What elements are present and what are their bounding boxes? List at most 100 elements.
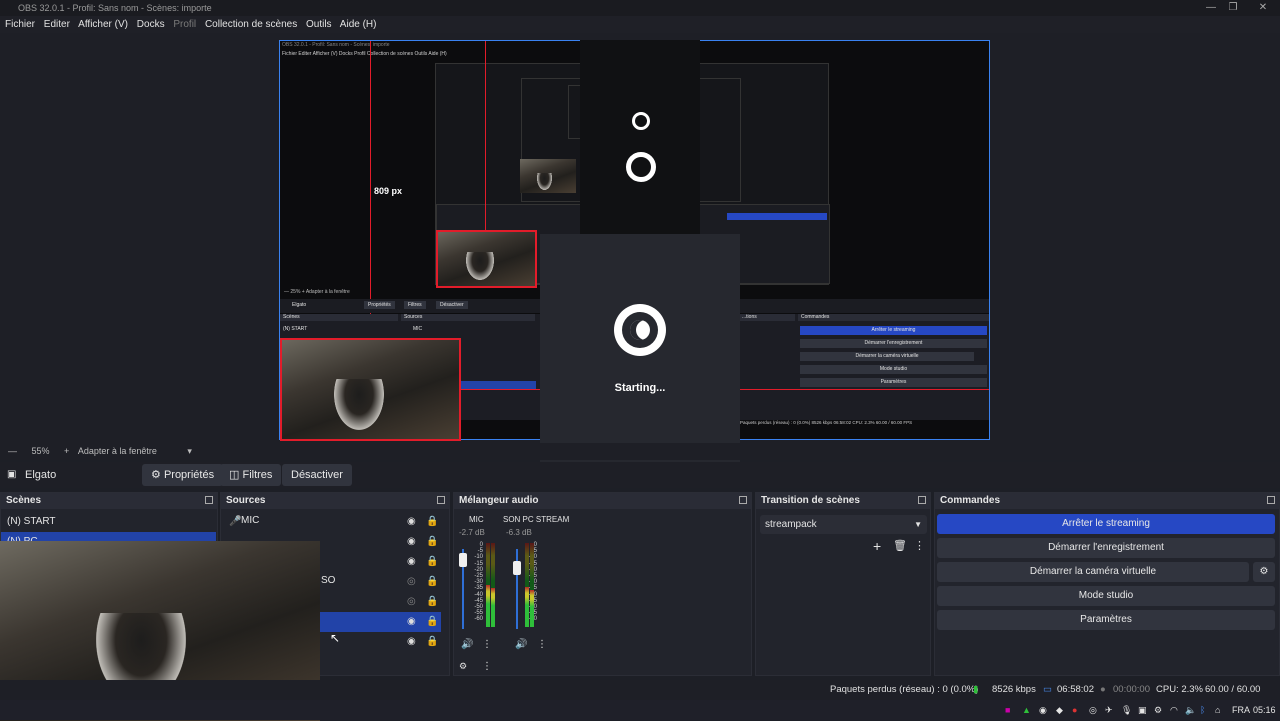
tray-icon[interactable]: ●	[1072, 700, 1077, 720]
source-name: Elgato	[25, 469, 57, 481]
speaker-icon[interactable]: 🔊	[515, 639, 527, 650]
scenes-title: Scènes	[6, 495, 42, 506]
zoom-in-button[interactable]: +	[64, 446, 69, 456]
lock-icon[interactable]: 🔒	[426, 576, 438, 587]
studio-mode-button[interactable]: Mode studio	[937, 586, 1275, 606]
cpu-usage: CPU: 2.3%	[1156, 684, 1203, 695]
filters-label: Filtres	[242, 469, 273, 481]
chevron-down-icon: ▼	[914, 520, 922, 529]
channel-name: SON PC STREAM	[503, 515, 570, 524]
stop-streaming-button[interactable]: Arrêter le streaming	[937, 514, 1275, 534]
lock-icon[interactable]: 🔒	[426, 636, 438, 647]
more-icon[interactable]: ⋮	[482, 661, 492, 672]
menu-editer[interactable]: Editer	[44, 19, 70, 30]
level-meter	[486, 585, 490, 627]
popout-icon[interactable]	[437, 496, 445, 504]
starting-overlay: Starting...	[540, 234, 740, 466]
eye-icon[interactable]: ◉	[407, 556, 416, 567]
eye-hidden-icon[interactable]: ◎	[407, 576, 416, 587]
menu-afficher[interactable]: Afficher (V)	[78, 19, 128, 30]
overlay-upper-shadow	[580, 40, 700, 234]
lock-icon[interactable]: 🔒	[426, 596, 438, 607]
lock-icon[interactable]: 🔒	[426, 516, 438, 527]
eye-icon[interactable]: ◉	[407, 536, 416, 547]
tray-icon[interactable]: ▣	[1138, 700, 1147, 720]
menu-outils[interactable]: Outils	[306, 19, 332, 30]
volume-icon[interactable]: 🔈	[1185, 700, 1196, 720]
nested-cmd-2: Démarrer l'enregistrement	[800, 339, 987, 348]
gear-icon: ⚙	[1259, 566, 1269, 577]
wifi-icon[interactable]: ◠	[1170, 700, 1178, 720]
popout-icon[interactable]	[1267, 496, 1275, 504]
start-recording-button[interactable]: Démarrer l'enregistrement	[937, 538, 1275, 558]
level-meter	[491, 588, 495, 627]
volume-knob[interactable]	[513, 561, 521, 575]
sources-title: Sources	[226, 495, 266, 506]
tray-icon[interactable]: ✈	[1105, 700, 1113, 720]
add-icon[interactable]: +	[873, 538, 881, 554]
virtual-camera-settings-button[interactable]: ⚙	[1253, 562, 1275, 582]
popout-icon[interactable]	[739, 496, 747, 504]
selection-box[interactable]	[280, 338, 461, 441]
popout-icon[interactable]	[205, 496, 213, 504]
tray-icon[interactable]: ⚙	[1154, 700, 1162, 720]
lock-icon[interactable]: 🔒	[426, 536, 438, 547]
more-icon[interactable]: ⋮	[537, 639, 547, 650]
language-indicator[interactable]: FRA	[1232, 700, 1250, 720]
tray-icon[interactable]: ▲	[1022, 700, 1031, 720]
filters-button[interactable]: ◫ Filtres	[220, 464, 282, 486]
eye-hidden-icon[interactable]: ◎	[407, 596, 416, 607]
properties-button[interactable]: ⚙ Propriétés	[142, 464, 224, 486]
tray-icon[interactable]: ■	[1005, 700, 1010, 720]
volume-knob[interactable]	[459, 553, 467, 567]
eye-icon[interactable]: ◉	[407, 516, 416, 527]
taskbar: ■ ▲ ◉ ◆ ● ◎ ✈ 🎙 ▣ ⚙ ◠ 🔈 ᛒ ⌂ FRA 05:16	[0, 700, 1280, 720]
tray-icon[interactable]: ⌂	[1215, 700, 1220, 720]
nested-src-selected	[461, 381, 536, 389]
bluetooth-icon[interactable]: ᛒ	[1200, 700, 1205, 720]
clock[interactable]: 05:16	[1253, 700, 1276, 720]
scene-item[interactable]: (N) START	[1, 512, 216, 532]
deactivate-button[interactable]: Désactiver	[282, 464, 352, 486]
more-icon[interactable]: ⋮	[914, 539, 925, 552]
chevron-down-icon[interactable]: ▾	[187, 446, 192, 456]
zoom-out-button[interactable]: —	[8, 446, 17, 456]
microphone-icon[interactable]: 🎙	[1121, 700, 1132, 720]
menu-docks[interactable]: Docks	[137, 19, 165, 30]
cursor-icon: ↖	[330, 631, 341, 645]
filter-icon: ◫	[229, 469, 240, 481]
menu-collection[interactable]: Collection de scènes	[205, 19, 297, 30]
tray-icon[interactable]: ◆	[1056, 700, 1063, 720]
menu-aide[interactable]: Aide (H)	[340, 19, 377, 30]
maximize-button[interactable]: ❐	[1218, 0, 1248, 16]
zoom-fit-select[interactable]: Adapter à la fenêtre	[78, 446, 157, 456]
nested-source-name: Elgato	[292, 302, 307, 308]
transitions-dock: Transition de scènes streampack ▼ + 🗑 ⋮	[755, 492, 931, 676]
tray-icon[interactable]: ◎	[1089, 700, 1097, 720]
transition-select[interactable]: streampack ▼	[760, 515, 927, 534]
lock-icon[interactable]: 🔒	[426, 616, 438, 627]
guide-vertical-2	[485, 41, 486, 231]
popout-icon[interactable]	[918, 496, 926, 504]
nested-filters: Filtres	[404, 301, 426, 309]
lock-icon[interactable]: 🔒	[426, 556, 438, 567]
more-icon[interactable]: ⋮	[482, 639, 492, 650]
zoom-bar: — 55% + Adapter à la fenêtre ▾	[0, 443, 1280, 460]
menu-profil[interactable]: Profil	[173, 19, 196, 30]
dropped-frames: Paquets perdus (réseau) : 0 (0.0%)	[830, 684, 979, 695]
speaker-icon[interactable]: 🔊	[461, 639, 473, 650]
trash-icon[interactable]: 🗑	[893, 539, 907, 552]
settings-button[interactable]: Paramètres	[937, 610, 1275, 630]
stream-icon: ▭	[1043, 684, 1052, 695]
eye-icon[interactable]: ◉	[407, 636, 416, 647]
menu-fichier[interactable]: Fichier	[5, 19, 35, 30]
nested-stop-btn-2	[727, 213, 827, 220]
tray-icon[interactable]: ◉	[1039, 700, 1047, 720]
virtual-camera-button[interactable]: Démarrer la caméra virtuelle	[937, 562, 1249, 582]
transition-value: streampack	[765, 519, 817, 530]
mixer-settings-icon[interactable]: ⚙	[459, 661, 467, 672]
commands-header: Commandes	[935, 493, 1279, 509]
close-button[interactable]: ✕	[1248, 0, 1278, 16]
eye-icon[interactable]: ◉	[407, 616, 416, 627]
starting-label: Starting...	[614, 382, 666, 394]
